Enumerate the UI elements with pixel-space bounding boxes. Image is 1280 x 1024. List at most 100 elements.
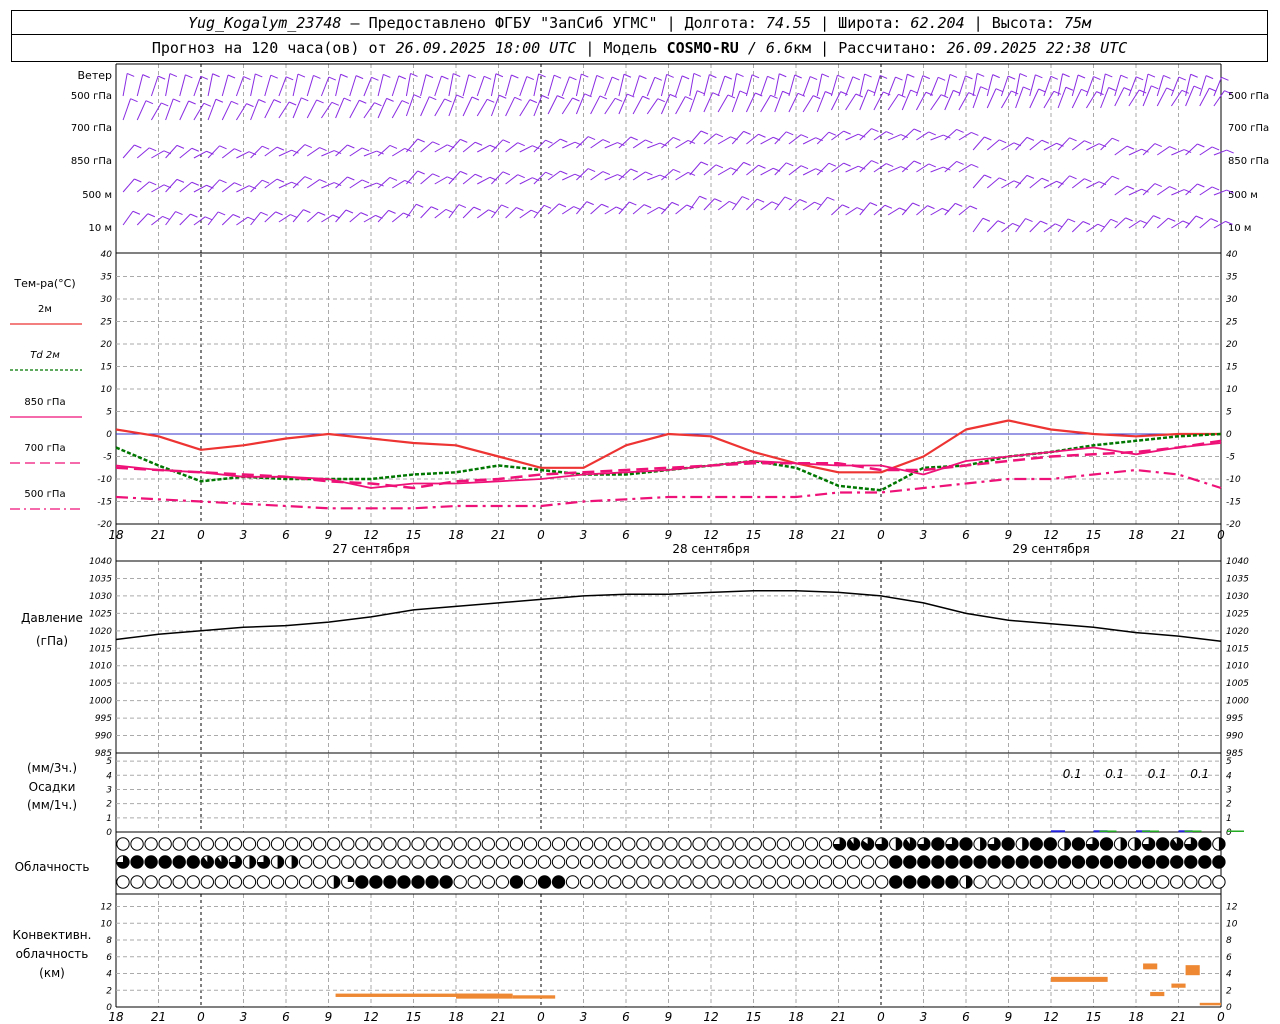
wind-barb <box>675 139 689 149</box>
wind-barb <box>448 73 454 97</box>
cloud-cover-icon <box>1212 855 1226 869</box>
wind-barb <box>831 204 843 216</box>
hour-label-bottom: 21 <box>1171 1010 1186 1024</box>
wind-barb <box>250 179 263 193</box>
wind-barb-feather <box>928 163 936 168</box>
wind-barb <box>264 99 275 119</box>
cloud-circle <box>678 837 692 851</box>
wind-barb-feather <box>1097 223 1105 228</box>
wind-barb-feather <box>1140 220 1148 225</box>
wind-barb <box>930 77 939 97</box>
cloud-circle <box>341 855 355 869</box>
cloud-fill <box>987 855 1001 869</box>
wind-barb-feather <box>161 102 169 107</box>
cloud-circle <box>650 875 664 889</box>
cloud-fill <box>1100 837 1113 851</box>
cloud-circle <box>383 855 397 869</box>
wind-barb <box>207 73 214 97</box>
precip-ytick-left: 0 <box>106 828 112 838</box>
wind-barb <box>661 169 674 181</box>
wind-barb-feather <box>666 73 674 78</box>
cloud-cover-icon <box>116 837 130 851</box>
wind-barb <box>1128 188 1142 196</box>
wind-barb <box>760 76 768 97</box>
cloud-fill <box>1001 855 1015 869</box>
wind-barb-feather <box>444 98 452 103</box>
wind-barb-feather <box>301 97 309 102</box>
cloud-circle <box>790 855 805 869</box>
wind-barb-feather <box>371 76 379 81</box>
cloud-cover-icon <box>692 837 706 851</box>
wind-barb <box>1000 90 1012 109</box>
wind-barb-feather <box>642 95 650 100</box>
cloud-circle <box>172 875 186 889</box>
wind-barb <box>363 214 376 223</box>
hour-label-bottom: 3 <box>920 1010 928 1024</box>
wind-barb <box>887 166 901 173</box>
wind-barb-feather <box>596 74 604 79</box>
wind-barb-feather <box>132 210 141 215</box>
wind-barb-feather <box>318 211 326 216</box>
cloud-cover-icon <box>523 855 538 869</box>
cloud-cover-icon <box>1198 875 1212 889</box>
cloud-cover-icon <box>313 837 327 851</box>
wind-barb <box>618 168 632 181</box>
wind-barb <box>944 203 956 216</box>
cloud-fill <box>1142 855 1155 869</box>
cloud-cover-icon <box>1043 875 1058 889</box>
wind-barb <box>1057 137 1070 151</box>
wind-barb-feather <box>587 136 596 141</box>
wind-barb-feather <box>1077 74 1086 79</box>
wind-barb-feather <box>501 204 509 209</box>
cloud-circle <box>116 837 130 851</box>
wind-barb-feather <box>800 165 809 170</box>
cloud-circle <box>383 837 397 851</box>
wind-barb <box>150 75 159 97</box>
cloud-cover-icon <box>776 875 791 889</box>
temp-ytick-right: 35 <box>1226 273 1238 283</box>
cloud-fill <box>383 875 397 889</box>
cloud-cover-icon <box>903 875 917 889</box>
wind-barb <box>1071 178 1085 189</box>
wind-barb <box>377 74 384 97</box>
wind-barb <box>901 128 915 141</box>
wind-barb-feather <box>304 144 312 149</box>
cloud-circle <box>116 875 130 889</box>
cloud-cover-icon <box>130 855 144 869</box>
wind-barb-feather <box>345 209 354 214</box>
cloud-cover-icon <box>594 875 608 889</box>
wind-barb <box>873 131 887 141</box>
hour-label-bottom: 15 <box>746 1010 761 1024</box>
cloud-fill <box>1086 855 1099 869</box>
wind-barb-feather <box>984 174 992 179</box>
wind-barb <box>377 210 389 223</box>
cloud-fill <box>1100 855 1113 869</box>
cloud-circle <box>130 837 144 851</box>
wind-barb-feather <box>560 138 568 143</box>
cloud-cover-icon <box>790 837 805 851</box>
cloud-cover-icon <box>1057 855 1072 869</box>
wind-barb <box>647 206 660 215</box>
wind-barb <box>873 91 884 111</box>
cloud-circle <box>734 875 748 889</box>
cloud-cover-icon <box>172 855 186 869</box>
cloud-cover-icon <box>509 855 524 869</box>
cloud-cover-icon <box>214 837 229 851</box>
cloud-cover-icon <box>116 855 130 869</box>
wind-barb-feather <box>389 144 398 149</box>
wind-barb-feather <box>1069 137 1077 142</box>
wind-barb <box>632 171 646 181</box>
cloud-circle <box>130 875 144 889</box>
wind-barb-feather <box>956 128 964 133</box>
wind-barb-feather <box>191 181 200 186</box>
wind-barb <box>165 73 171 97</box>
wind-barb <box>476 99 488 117</box>
cloud-cover-icon <box>650 875 664 889</box>
cloud-fill <box>959 837 973 851</box>
cloud-circle <box>748 875 762 889</box>
wind-barb-feather <box>545 139 553 144</box>
wind-barb-feather <box>751 74 760 79</box>
cloud-circle <box>776 855 791 869</box>
cloud-cover-icon <box>537 837 552 851</box>
temp-ytick-left: 10 <box>101 385 113 395</box>
